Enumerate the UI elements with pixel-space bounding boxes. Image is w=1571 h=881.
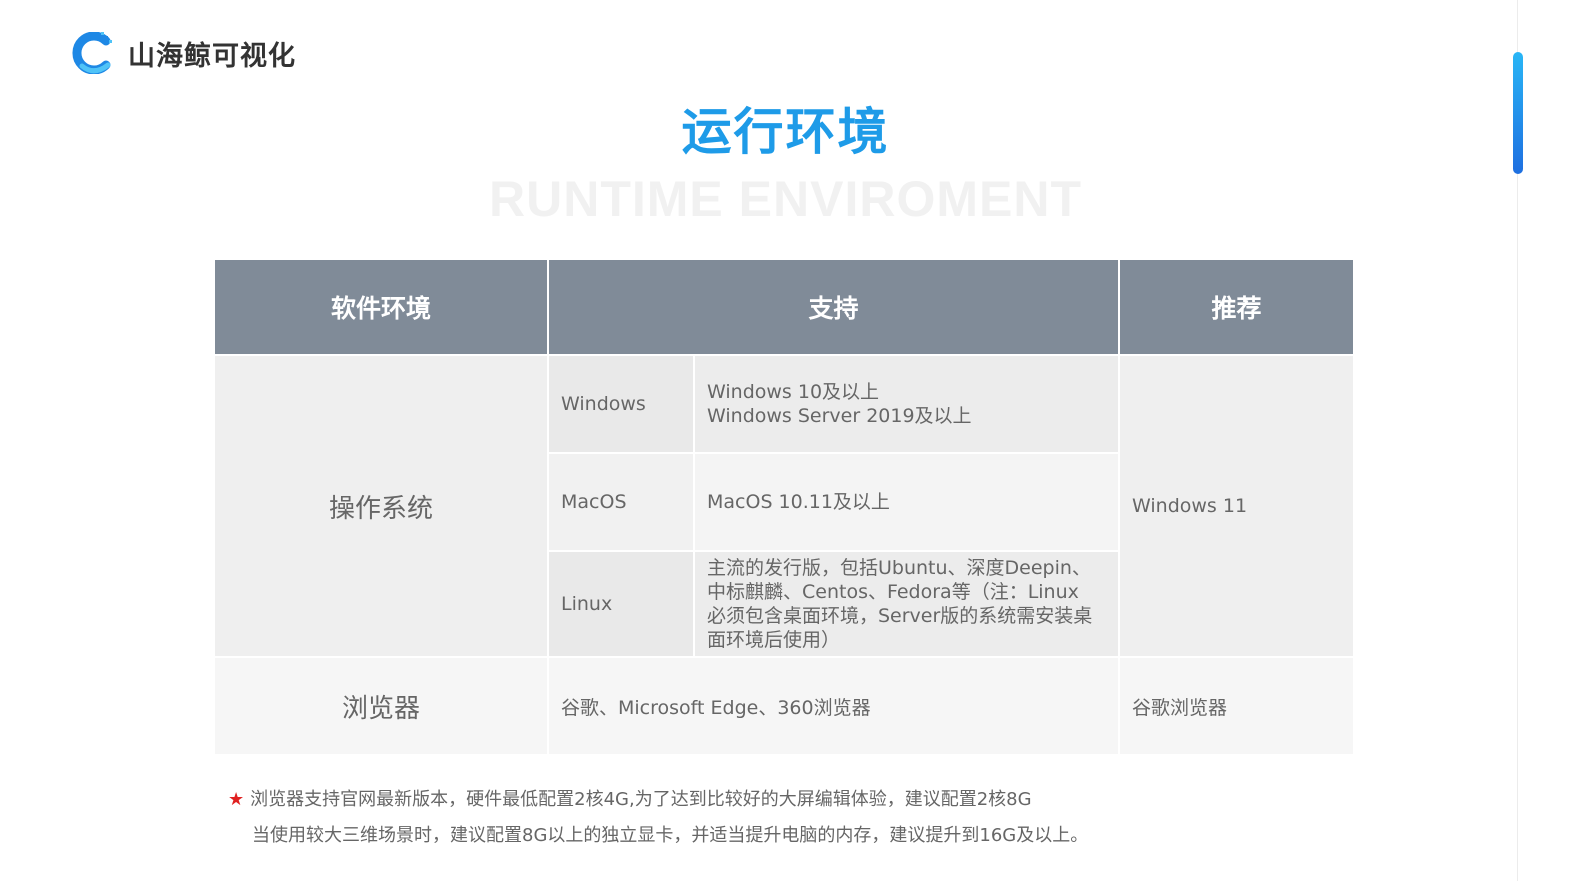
os-name-macos: MacOS [549, 454, 693, 550]
note-text-1: 浏览器支持官网最新版本，硬件最低配置2核4G,为了达到比较好的大屏编辑体验，建议… [250, 789, 1032, 810]
os-versions-windows: Windows 10及以上 Windows Server 2019及以上 [695, 356, 1118, 452]
page-subtitle: RUNTIME ENVIROMENT [489, 171, 1082, 227]
version-line: 主流的发行版，包括Ubuntu、深度Deepin、 [707, 557, 1091, 579]
os-name-linux: Linux [549, 552, 693, 656]
brand-name: 山海鲸可视化 [128, 40, 296, 72]
browser-category-cell: 浏览器 [215, 658, 547, 754]
star-icon: ★ [228, 789, 245, 810]
whale-c-logo-icon [72, 31, 114, 75]
runtime-environment-table: 软件环境 支持 推荐 操作系统 Windows Windows 10及以上 Wi… [213, 258, 1355, 756]
scrollbar-thumb[interactable] [1513, 52, 1523, 174]
os-recommend-cell: Windows 11 [1120, 356, 1353, 656]
browser-support-cell: 谷歌、Microsoft Edge、360浏览器 [549, 658, 1118, 754]
version-line: 面环境后使用） [707, 629, 841, 651]
header-recommend: 推荐 [1120, 260, 1353, 354]
note-line-1: ★ 浏览器支持官网最新版本，硬件最低配置2核4G,为了达到比较好的大屏编辑体验，建… [228, 786, 1088, 822]
note-line-2: 当使用较大三维场景时，建议配置8G以上的独立显卡，并适当提升电脑的内存，建议提升… [252, 825, 1089, 846]
version-line: 中标麒麟、Centos、Fedora等（注：Linux [707, 581, 1079, 603]
table-header-row: 软件环境 支持 推荐 [215, 260, 1353, 354]
os-category-cell: 操作系统 [215, 356, 547, 656]
brand-logo[interactable]: 山海鲸可视化 [72, 30, 296, 76]
version-line: MacOS 10.11及以上 [707, 491, 890, 513]
header-software-env: 软件环境 [215, 260, 547, 354]
version-line: 必须包含桌面环境，Server版的系统需安装桌 [707, 605, 1093, 627]
version-line: Windows 10及以上 [707, 381, 880, 403]
header-support: 支持 [549, 260, 1118, 354]
table-row: 操作系统 Windows Windows 10及以上 Windows Serve… [215, 356, 1353, 656]
os-versions-macos: MacOS 10.11及以上 [695, 454, 1118, 550]
table-row: 浏览器 谷歌、Microsoft Edge、360浏览器 谷歌浏览器 [215, 658, 1353, 754]
os-versions-linux: 主流的发行版，包括Ubuntu、深度Deepin、 中标麒麟、Centos、Fe… [695, 552, 1118, 656]
os-name-windows: Windows [549, 356, 693, 452]
version-line: Windows Server 2019及以上 [707, 405, 972, 427]
page-title: 运行环境 [681, 103, 890, 161]
notes: ★ 浏览器支持官网最新版本，硬件最低配置2核4G,为了达到比较好的大屏编辑体验，建… [228, 786, 1088, 858]
browser-recommend-cell: 谷歌浏览器 [1120, 658, 1353, 754]
